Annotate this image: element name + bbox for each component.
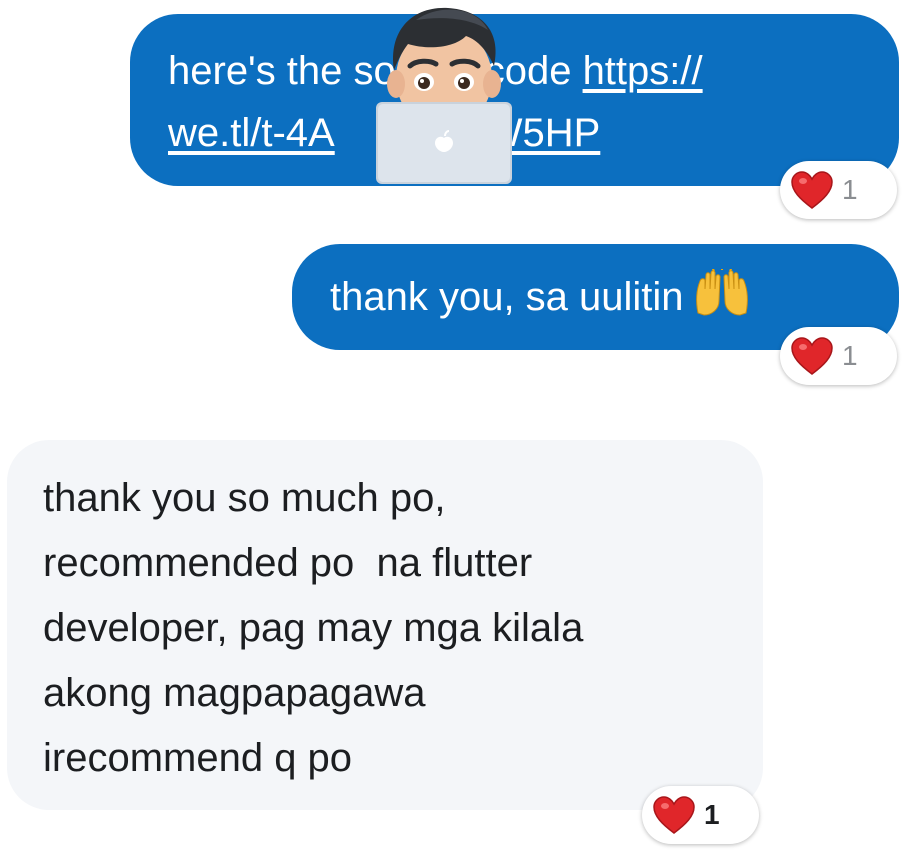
message-bubble-incoming-recommendation[interactable]: thank you so much po, recommended po na …: [7, 440, 763, 810]
raised-hands-icon: [692, 266, 752, 317]
message-line: thank you, sa uulitin: [330, 266, 869, 328]
reaction-badge[interactable]: 1: [780, 161, 897, 219]
reaction-badge[interactable]: 1: [642, 786, 759, 844]
message-line: developer, pag may mga kilala: [43, 606, 584, 650]
source-code-link[interactable]: https://: [583, 49, 703, 93]
memoji-laptop-icon: [376, 7, 512, 184]
message-line: irecommend q po: [43, 736, 353, 780]
heart-icon: [791, 337, 833, 375]
message-text: thank you, sa uulitin: [330, 275, 684, 319]
link-text-start: we.tl/t-4A: [168, 111, 335, 155]
heart-icon: [653, 796, 695, 834]
message-line: akong magpapagawa: [43, 671, 426, 715]
message-line: recommended po na flutter: [43, 541, 533, 585]
reaction-count: 1: [842, 174, 858, 205]
message-line: thank you so much po,: [43, 476, 446, 520]
reaction-badge[interactable]: 1: [780, 327, 897, 385]
reaction-count: 1: [842, 340, 858, 371]
reaction-count: 1: [704, 799, 720, 830]
heart-icon: [791, 171, 833, 209]
